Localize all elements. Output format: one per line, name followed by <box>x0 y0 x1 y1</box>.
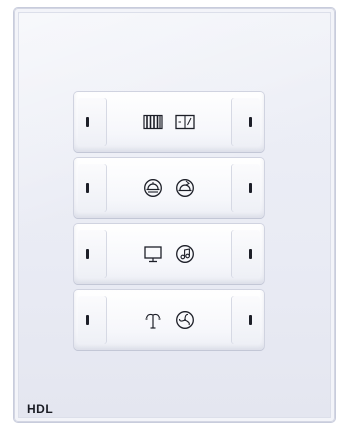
key-3-right-side[interactable] <box>232 230 260 278</box>
sunrise-icon <box>175 178 195 198</box>
key-1-left-side[interactable] <box>78 98 106 146</box>
key-3-left-side[interactable] <box>78 230 106 278</box>
key-sunset-sunrise[interactable] <box>74 158 264 218</box>
led-indicator <box>249 315 252 325</box>
key-2-left-side[interactable] <box>78 164 106 212</box>
key-3-icons <box>118 224 220 284</box>
key-lamp-fan[interactable] <box>74 290 264 350</box>
curtain-icon <box>143 114 163 130</box>
led-indicator <box>249 183 252 193</box>
key-4-icons <box>118 290 220 350</box>
key-4-left-side[interactable] <box>78 296 106 344</box>
window-icon <box>175 114 195 130</box>
fan-icon <box>175 310 195 330</box>
key-curtain-window[interactable] <box>74 92 264 152</box>
music-icon <box>175 244 195 264</box>
led-indicator <box>86 117 89 127</box>
key-2-right-side[interactable] <box>232 164 260 212</box>
led-indicator <box>86 183 89 193</box>
key-2-icons <box>118 158 220 218</box>
lamp-icon <box>143 310 163 330</box>
led-indicator <box>249 249 252 259</box>
key-1-icons <box>118 92 220 152</box>
key-4-right-side[interactable] <box>232 296 260 344</box>
monitor-icon <box>143 244 163 264</box>
led-indicator <box>86 315 89 325</box>
led-indicator <box>249 117 252 127</box>
brand-logo-text: HDL <box>27 402 54 416</box>
sunset-icon <box>143 178 163 198</box>
key-stack <box>74 92 264 352</box>
key-1-right-side[interactable] <box>232 98 260 146</box>
led-indicator <box>86 249 89 259</box>
key-monitor-music[interactable] <box>74 224 264 284</box>
